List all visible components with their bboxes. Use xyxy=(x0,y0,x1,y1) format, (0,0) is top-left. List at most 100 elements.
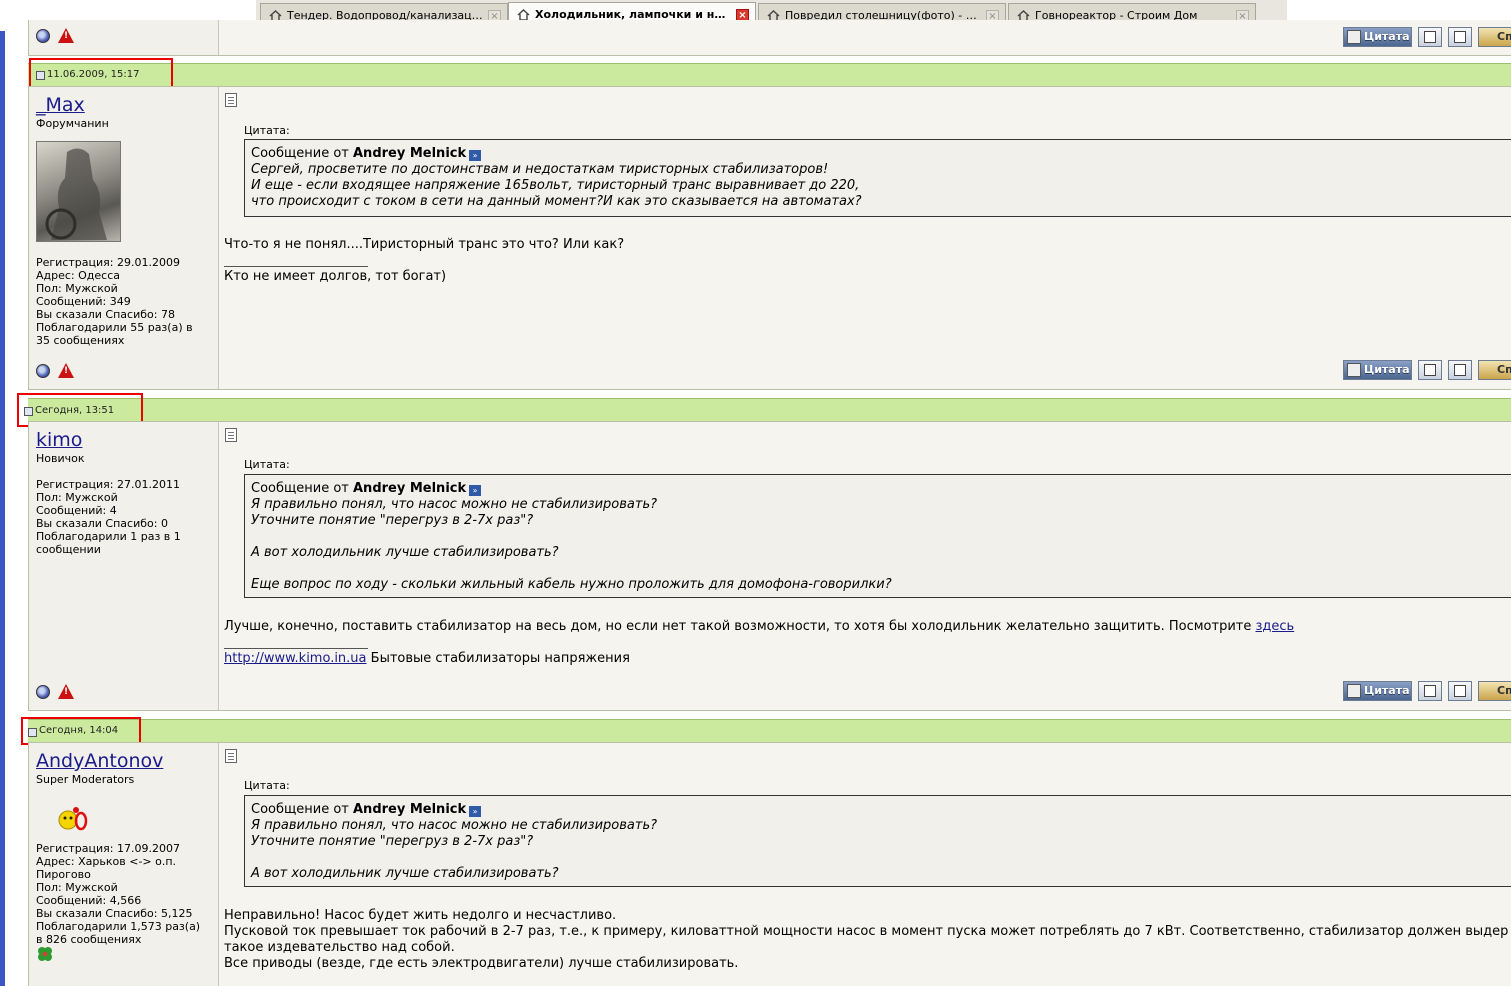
quote-author: Andrey Melnick xyxy=(353,481,467,496)
username-link[interactable]: kimo xyxy=(36,429,82,451)
user-thanks-received: Поблагодарили 1,573 раз(а) в 826 сообщен… xyxy=(36,920,201,946)
signature: Кто не имеет долгов, тот богат) xyxy=(224,269,447,284)
user-post-count: Сообщений: 4 xyxy=(36,504,117,517)
quote-header: Сообщение от Andrey Melnick» xyxy=(251,146,1511,162)
post-body: Лучше, конечно, поставить стабилизатор н… xyxy=(224,619,1295,634)
status-icon xyxy=(36,685,50,699)
post-link[interactable]: здесь xyxy=(1256,619,1295,634)
quote-button[interactable]: Цитата xyxy=(1343,27,1412,47)
user-thanks-given: Вы сказали Спасибо: 5,125 xyxy=(36,907,193,920)
user-thanks-received: Поблагодарили 55 раз(а) в 35 сообщениях xyxy=(36,321,193,347)
quote-line: А вот холодильник лучше стабилизировать? xyxy=(251,866,559,881)
quote-box: Сообщение от Andrey Melnick» Я правильно… xyxy=(244,474,1511,598)
signature-divider xyxy=(224,648,368,649)
avatar[interactable] xyxy=(56,805,90,831)
user-post-count: Сообщений: 4,566 xyxy=(36,894,142,907)
quote-line xyxy=(251,850,1511,866)
user-thanks-given: Вы сказали Спасибо: 78 xyxy=(36,308,175,321)
user-thanks-received: Поблагодарили 1 раз в 1 сообщении xyxy=(36,530,181,556)
quote-box: Сообщение от Andrey Melnick» Сергей, про… xyxy=(244,139,1511,217)
thanks-button[interactable]: Сп xyxy=(1478,681,1511,701)
post-date-text: 11.06.2009, 15:17 xyxy=(47,69,140,80)
view-post-icon[interactable]: » xyxy=(469,806,482,817)
post-body-line: Пусковой ток превышает ток рабочий в 2-7… xyxy=(224,924,1509,939)
post-icon xyxy=(36,71,45,80)
quote-line: Сергей, просветите по достоинствам и нед… xyxy=(251,162,829,177)
multiquote-button[interactable] xyxy=(1418,360,1442,380)
user-location: Адрес: Харьков <-> о.п. Пирогово xyxy=(36,855,177,881)
post-body-line: Неправильно! Насос будет жить недолго и … xyxy=(224,908,617,923)
signature-divider xyxy=(224,266,368,267)
quote-label: Цитата: xyxy=(244,458,290,471)
report-icon[interactable] xyxy=(58,684,74,699)
post-date-text: Сегодня, 13:51 xyxy=(35,405,115,416)
user-panel xyxy=(29,422,219,710)
quote-line xyxy=(251,529,1511,545)
user-gender: Пол: Мужской xyxy=(36,282,118,295)
quote-line: Уточните понятие "перегруз в 2-7х раз"? xyxy=(251,513,534,528)
quote-line: что происходит с током в сети на данный … xyxy=(251,194,862,209)
quote-line: Еще вопрос по ходу - скольки жильный каб… xyxy=(251,577,892,592)
quote-line xyxy=(251,561,1511,577)
quote-button[interactable]: Цитата xyxy=(1343,681,1412,701)
username-link[interactable]: AndyAntonov xyxy=(36,750,163,772)
username-link[interactable]: _Max xyxy=(36,94,85,116)
quote-line: Я правильно понял, что насос можно не ст… xyxy=(251,497,658,512)
quick-reply-button[interactable] xyxy=(1448,681,1472,701)
post-icon xyxy=(24,407,33,416)
quote-line: А вот холодильник лучше стабилизировать? xyxy=(251,545,559,560)
user-info: Регистрация: 17.09.2007 Адрес: Харьков <… xyxy=(36,842,208,946)
status-icon xyxy=(36,29,50,43)
user-gender: Пол: Мужской xyxy=(36,881,118,894)
clover-icon xyxy=(38,947,52,961)
post-body: Что-то я не понял....Тиристорный транс э… xyxy=(224,237,625,252)
quote-line: И еще - если входящее напряжение 165воль… xyxy=(251,178,860,193)
user-title: Форумчанин xyxy=(36,117,109,130)
quote-author: Andrey Melnick xyxy=(353,146,467,161)
user-info: Регистрация: 27.01.2011 Пол: Мужской Соо… xyxy=(36,478,208,556)
post-body-line: Все приводы (везде, где есть электродвиг… xyxy=(224,956,739,971)
quote-label: Цитата: xyxy=(244,124,290,137)
quote-line: Уточните понятие "перегруз в 2-7х раз"? xyxy=(251,834,534,849)
message-icon xyxy=(225,93,237,107)
user-gender: Пол: Мужской xyxy=(36,491,118,504)
message-icon xyxy=(225,428,237,442)
post-buttons: Цитата Сп xyxy=(1343,360,1511,380)
post-tail-buttons: Цитата Сп xyxy=(1343,27,1511,47)
window-left-edge xyxy=(0,31,5,986)
multiquote-button[interactable] xyxy=(1418,681,1442,701)
thanks-button[interactable]: Сп xyxy=(1478,27,1511,47)
post-body-line: такое издевательство над собой. xyxy=(224,940,455,955)
thanks-button[interactable]: Сп xyxy=(1478,360,1511,380)
message-icon xyxy=(225,749,237,763)
quote-box: Сообщение от Andrey Melnick» Я правильно… xyxy=(244,795,1511,887)
signature: http://www.kimo.in.ua Бытовые стабилизат… xyxy=(224,651,630,666)
user-location: Адрес: Одесса xyxy=(36,269,120,282)
quick-reply-button[interactable] xyxy=(1448,360,1472,380)
quote-author: Andrey Melnick xyxy=(353,802,467,817)
user-registration: Регистрация: 17.09.2007 xyxy=(36,842,180,855)
status-icon xyxy=(36,364,50,378)
post-header xyxy=(28,398,1511,422)
user-info: Регистрация: 29.01.2009 Адрес: Одесса По… xyxy=(36,256,208,347)
signature-link[interactable]: http://www.kimo.in.ua xyxy=(224,651,367,666)
user-registration: Регистрация: 29.01.2009 xyxy=(36,256,180,269)
quote-button[interactable]: Цитата xyxy=(1343,360,1412,380)
post-header xyxy=(28,63,1511,87)
user-title: Super Moderators xyxy=(36,773,135,786)
user-thanks-given: Вы сказали Спасибо: 0 xyxy=(36,517,168,530)
user-registration: Регистрация: 27.01.2011 xyxy=(36,478,180,491)
post-body: Неправильно! Насос будет жить недолго и … xyxy=(224,908,1511,972)
report-icon[interactable] xyxy=(58,28,74,43)
user-title: Новичок xyxy=(36,452,85,465)
post-date-text: Сегодня, 14:04 xyxy=(39,725,119,736)
quote-header: Сообщение от Andrey Melnick» xyxy=(251,802,1511,818)
quote-line: Я правильно понял, что насос можно не ст… xyxy=(251,818,658,833)
view-post-icon[interactable]: » xyxy=(469,485,482,496)
multiquote-button[interactable] xyxy=(1418,27,1442,47)
quick-reply-button[interactable] xyxy=(1448,27,1472,47)
quote-header: Сообщение от Andrey Melnick» xyxy=(251,481,1511,497)
report-icon[interactable] xyxy=(58,363,74,378)
view-post-icon[interactable]: » xyxy=(469,150,482,161)
avatar[interactable] xyxy=(36,141,121,242)
